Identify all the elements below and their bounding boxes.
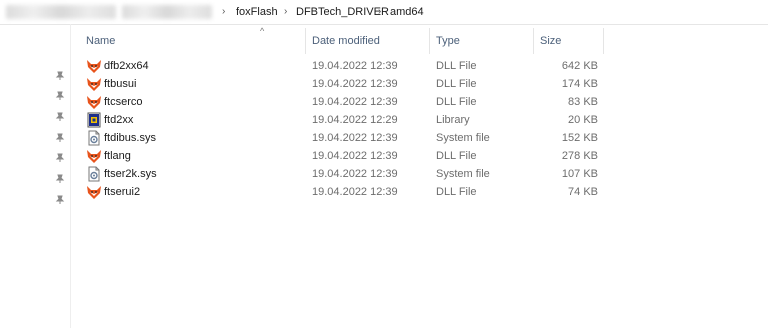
file-size: 74 KB (568, 186, 598, 198)
file-type: DLL File (436, 78, 477, 90)
file-date-modified: 19.04.2022 12:39 (312, 168, 398, 180)
breadcrumb-separator: › (284, 6, 288, 17)
file-row[interactable]: ftserui2 19.04.2022 12:39 DLL File 74 KB (72, 183, 612, 201)
file-type: DLL File (436, 186, 477, 198)
breadcrumb-item-foxflash[interactable]: foxFlash (236, 5, 278, 19)
column-header-type[interactable]: Type (436, 28, 460, 54)
breadcrumb-item-amd64[interactable]: amd64 (390, 5, 424, 19)
file-row[interactable]: ftdibus.sys 19.04.2022 12:39 System file… (72, 129, 612, 147)
file-size: 152 KB (561, 132, 598, 144)
file-type: System file (436, 132, 490, 144)
file-date-modified: 19.04.2022 12:39 (312, 132, 398, 144)
file-name: ftcserco (104, 96, 143, 108)
fox-dll-icon (87, 150, 101, 163)
blurred-path-segment (6, 5, 116, 19)
file-name: dfb2xx64 (104, 60, 149, 72)
file-type: DLL File (436, 96, 477, 108)
file-size: 174 KB (561, 78, 598, 90)
file-row[interactable]: ftcserco 19.04.2022 12:39 DLL File 83 KB (72, 93, 612, 111)
file-date-modified: 19.04.2022 12:29 (312, 114, 398, 126)
file-name: ftlang (104, 150, 131, 162)
pin-icon[interactable] (55, 195, 65, 205)
sort-ascending-icon: ^ (260, 26, 265, 36)
column-divider[interactable] (305, 28, 306, 54)
pin-icon[interactable] (55, 133, 65, 143)
file-date-modified: 19.04.2022 12:39 (312, 78, 398, 90)
column-divider[interactable] (603, 28, 604, 54)
file-name: ftserui2 (104, 186, 141, 198)
file-size: 20 KB (568, 114, 598, 126)
breadcrumb-separator: › (222, 6, 226, 17)
file-row[interactable]: ftser2k.sys 19.04.2022 12:39 System file… (72, 165, 612, 183)
pin-icon[interactable] (55, 174, 65, 184)
column-divider[interactable] (533, 28, 534, 54)
file-type: System file (436, 168, 490, 180)
file-size: 642 KB (561, 60, 598, 72)
file-name: ftbusui (104, 78, 137, 90)
file-date-modified: 19.04.2022 12:39 (312, 186, 398, 198)
file-size: 278 KB (561, 150, 598, 162)
file-row[interactable]: ftlang 19.04.2022 12:39 DLL File 278 KB (72, 147, 612, 165)
fox-dll-icon (87, 60, 101, 73)
file-type: Library (436, 114, 470, 126)
file-row[interactable]: ftd2xx 19.04.2022 12:29 Library 20 KB (72, 111, 612, 129)
library-icon (87, 112, 101, 128)
file-row[interactable]: dfb2xx64 19.04.2022 12:39 DLL File 642 K… (72, 57, 612, 75)
column-header-date-modified[interactable]: Date modified (312, 28, 380, 54)
file-size: 107 KB (561, 168, 598, 180)
file-row[interactable]: ftbusui 19.04.2022 12:39 DLL File 174 KB (72, 75, 612, 93)
address-bar[interactable]: › foxFlash › DFBTech_DRIVER › amd64 (0, 0, 768, 25)
file-date-modified: 19.04.2022 12:39 (312, 150, 398, 162)
fox-dll-icon (87, 96, 101, 109)
file-size: 83 KB (568, 96, 598, 108)
file-name: ftdibus.sys (104, 132, 156, 144)
column-divider[interactable] (429, 28, 430, 54)
pin-icon[interactable] (55, 91, 65, 101)
file-type: DLL File (436, 150, 477, 162)
column-header-size[interactable]: Size (540, 28, 561, 54)
file-type: DLL File (436, 60, 477, 72)
pin-icon[interactable] (55, 71, 65, 81)
file-date-modified: 19.04.2022 12:39 (312, 96, 398, 108)
fox-dll-icon (87, 186, 101, 199)
file-name: ftd2xx (104, 114, 134, 126)
fox-dll-icon (87, 78, 101, 91)
pane-divider[interactable] (70, 24, 71, 328)
column-header-name[interactable]: Name (86, 28, 115, 54)
breadcrumb-separator: › (378, 6, 382, 17)
blurred-path-segment (122, 5, 212, 19)
system-file-icon (88, 166, 100, 182)
file-date-modified: 19.04.2022 12:39 (312, 60, 398, 72)
system-file-icon (88, 130, 100, 146)
file-name: ftser2k.sys (104, 168, 157, 180)
breadcrumb-item-dfbtech-driver[interactable]: DFBTech_DRIVER (296, 5, 389, 19)
column-header-row: ^ Name Date modified Type Size (72, 26, 612, 54)
pin-icon[interactable] (55, 153, 65, 163)
pin-icon[interactable] (55, 112, 65, 122)
